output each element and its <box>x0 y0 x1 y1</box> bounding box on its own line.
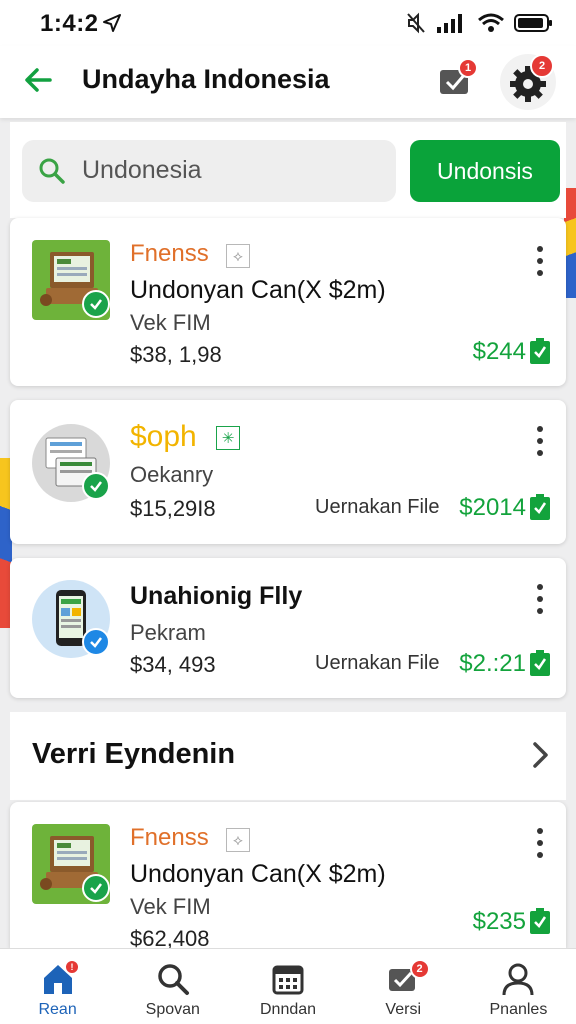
card-price: $15,29I8 <box>130 496 216 521</box>
status-time: 1:4:2 <box>40 10 99 37</box>
list-item[interactable]: $oph ✳ Oekanry $15,29I8 Uernakan File $2… <box>10 400 566 544</box>
tasks-button[interactable]: 1 <box>436 58 478 102</box>
battery-check-icon <box>530 494 550 520</box>
card-amount: $235 <box>472 908 526 935</box>
battery-icon <box>514 14 552 32</box>
card-title: Undonyan Can(X $2m) <box>130 276 386 304</box>
more-options-icon[interactable] <box>532 424 548 458</box>
card-price: $62,408 <box>130 926 210 948</box>
status-icons <box>406 12 554 34</box>
list-item[interactable]: Unahionig Flly Pekram $34, 493 Uernakan … <box>10 558 566 698</box>
category-tag-icon: ✳ <box>216 426 240 450</box>
card-category: Fnenss <box>130 824 209 851</box>
nav-item-calendar[interactable]: Dnndan <box>230 949 345 1024</box>
settings-badge: 2 <box>530 54 554 78</box>
verified-check-icon <box>82 472 110 500</box>
wifi-icon <box>478 13 504 32</box>
card-file-label: Uernakan File <box>315 496 440 518</box>
card-subtitle: Oekanry <box>130 462 214 487</box>
nav-label: Spovan <box>145 1001 200 1018</box>
card-amount: $2014 <box>459 494 526 521</box>
more-options-icon[interactable] <box>532 244 548 278</box>
card-amount: $2.:21 <box>459 650 526 677</box>
more-options-icon[interactable] <box>532 582 548 616</box>
battery-check-icon <box>530 338 550 364</box>
location-arrow-icon <box>103 14 121 32</box>
page-title: Undayha Indonesia <box>82 64 330 94</box>
search-button[interactable]: Undonsis <box>410 140 560 202</box>
card-subtitle: Vek FIM <box>130 894 211 919</box>
main-content: Undonesia Undonsis Fnenss ⟡ Undonyan Can… <box>0 118 576 948</box>
card-subtitle: Pekram <box>130 620 206 645</box>
nav-item-tasks[interactable]: 2 Versi <box>346 949 461 1024</box>
card-price: $38, 1,98 <box>130 342 222 367</box>
section-header[interactable]: Verri Eyndenin <box>10 712 566 800</box>
profile-icon <box>502 963 534 996</box>
bottom-navigation: ! Rean Spovan Dnndan 2 Versi Pnanles <box>0 948 576 1024</box>
list-item[interactable]: Fnenss ⟡ Undonyan Can(X $2m) Vek FIM $62… <box>10 802 566 948</box>
status-bar: 1:4:2 <box>0 0 576 46</box>
search-icon <box>158 964 189 995</box>
nav-home-badge: ! <box>64 959 80 975</box>
verified-check-icon <box>82 874 110 902</box>
app-header: Undayha Indonesia 1 2 <box>0 46 576 118</box>
nav-item-search[interactable]: Spovan <box>115 949 230 1024</box>
battery-check-icon <box>530 908 550 934</box>
more-options-icon[interactable] <box>532 826 548 860</box>
battery-check-icon <box>530 650 550 676</box>
search-input[interactable]: Undonesia <box>22 140 396 202</box>
nav-item-home[interactable]: ! Rean <box>0 949 115 1024</box>
card-title: Undonyan Can(X $2m) <box>130 860 386 888</box>
category-tag-icon: ⟡ <box>226 828 250 852</box>
signal-icon <box>437 14 462 33</box>
back-arrow-icon[interactable] <box>22 64 54 96</box>
verified-check-icon <box>82 628 110 656</box>
mute-icon <box>407 12 425 34</box>
tasks-badge: 1 <box>458 58 478 78</box>
card-title: Unahionig Flly <box>130 582 303 610</box>
card-amount: $244 <box>472 338 526 365</box>
card-category: $oph <box>130 420 197 453</box>
nav-label: Rean <box>38 1001 77 1018</box>
nav-item-profile[interactable]: Pnanles <box>461 949 576 1024</box>
search-icon <box>39 158 65 184</box>
verified-check-icon <box>82 290 110 318</box>
nav-label: Versi <box>385 1001 421 1018</box>
card-subtitle: Vek FIM <box>130 310 211 335</box>
chevron-right-icon[interactable] <box>530 740 552 770</box>
category-tag-icon: ⟡ <box>226 244 250 268</box>
section-title: Verri Eyndenin <box>32 738 236 770</box>
calendar-icon <box>272 965 304 995</box>
card-category: Fnenss <box>130 240 209 267</box>
nav-label: Pnanles <box>489 1001 548 1018</box>
card-file-label: Uernakan File <box>315 652 440 674</box>
card-price: $34, 493 <box>130 652 216 677</box>
nav-tasks-badge: 2 <box>409 959 430 979</box>
search-panel: Undonesia Undonsis <box>10 122 566 218</box>
list-item[interactable]: Fnenss ⟡ Undonyan Can(X $2m) Vek FIM $38… <box>10 218 566 386</box>
search-value: Undonesia <box>82 156 202 184</box>
nav-label: Dnndan <box>259 1001 317 1018</box>
settings-button[interactable]: 2 <box>500 54 556 110</box>
